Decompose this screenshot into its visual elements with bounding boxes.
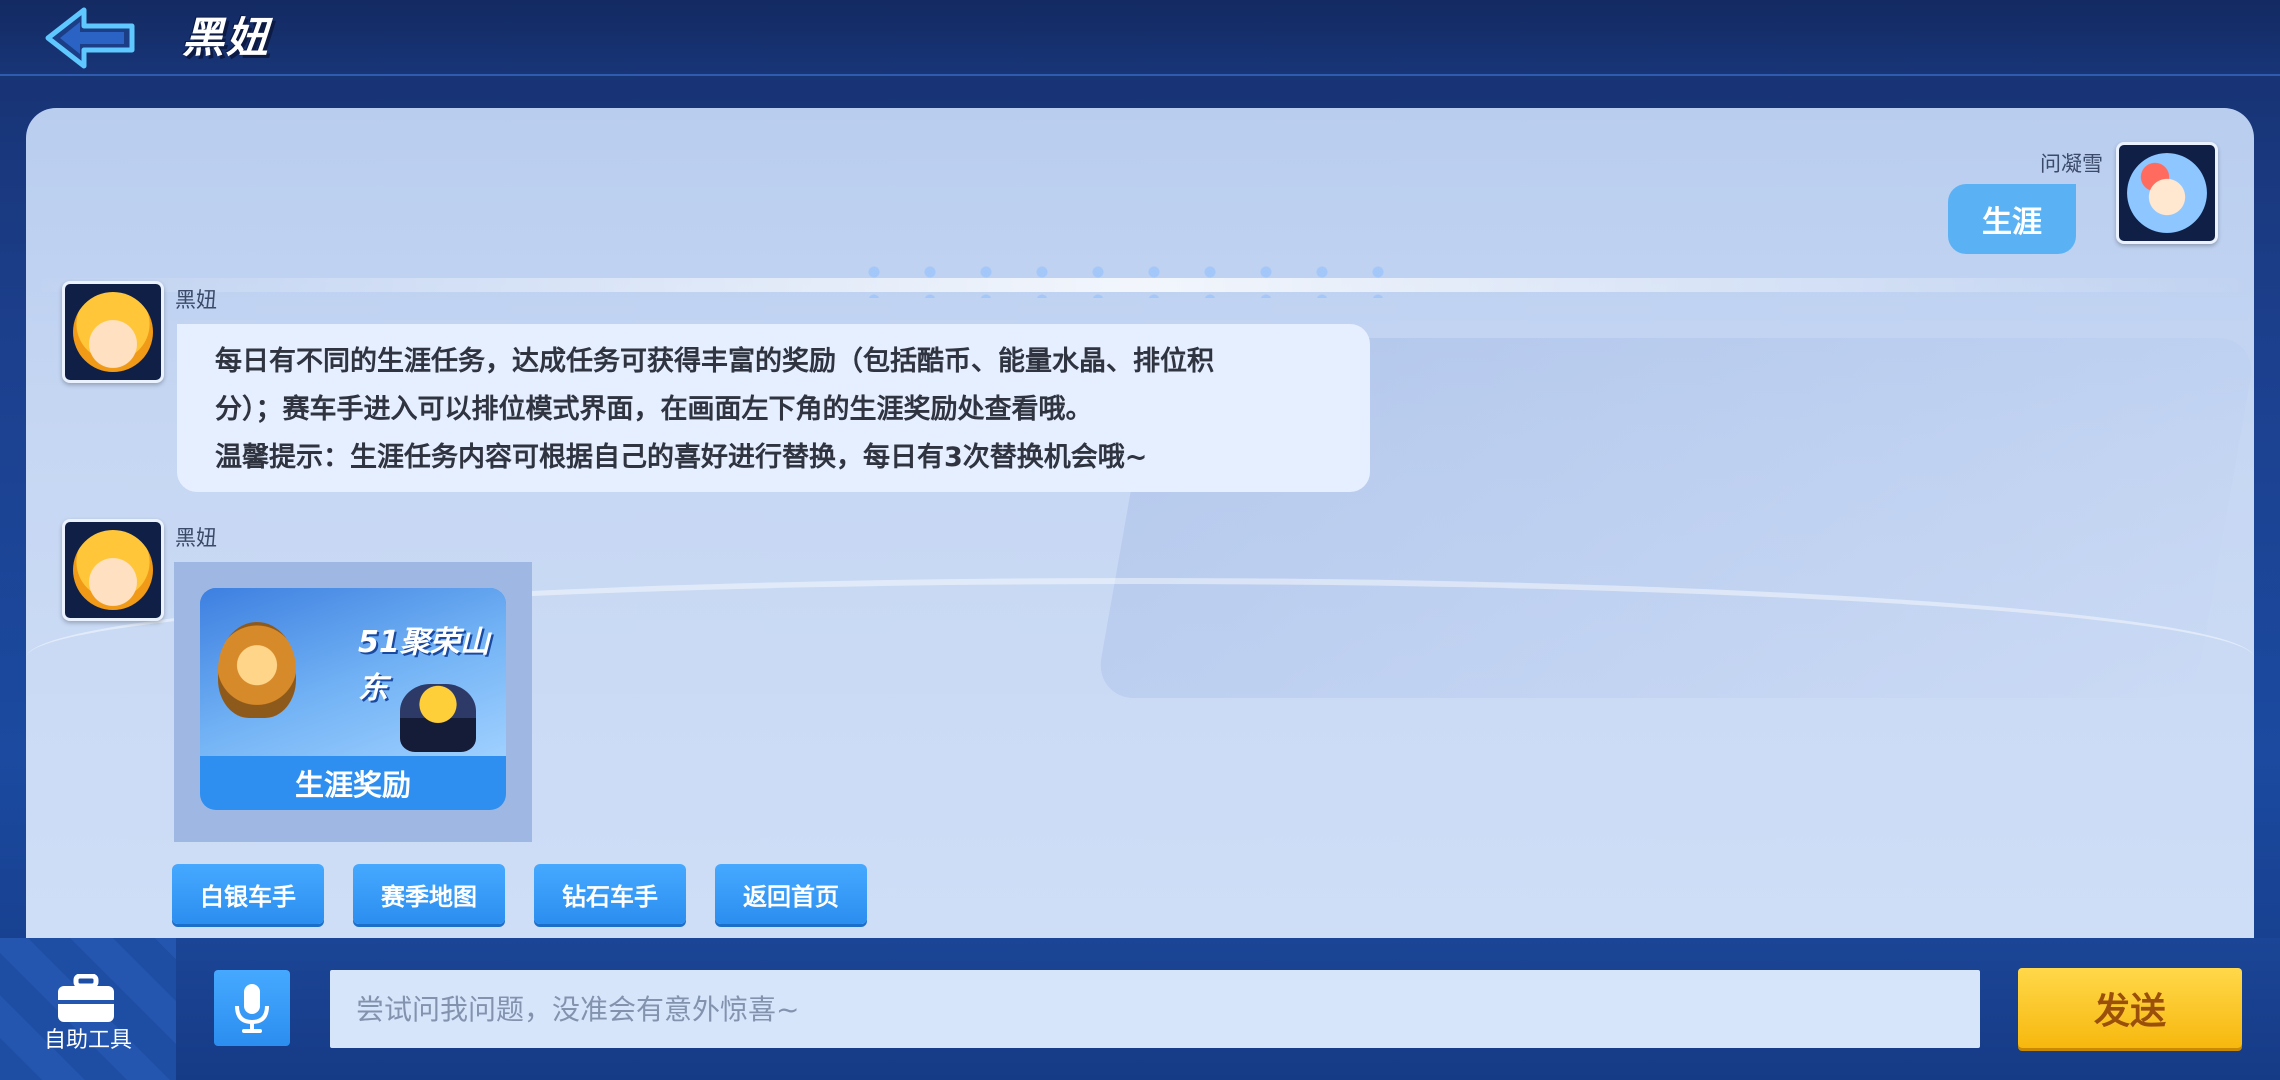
career-reward-card[interactable]: 51聚荣山东 生涯奖励 bbox=[200, 588, 506, 810]
bot-sender-name: 黑妞 bbox=[175, 526, 217, 550]
bot-message-line: 温馨提示：生涯任务内容可根据自己的喜好进行替换，每日有3次替换机会哦~ bbox=[215, 442, 1148, 473]
rank-badge-icon bbox=[218, 622, 296, 718]
career-reward-image: 51聚荣山东 bbox=[200, 588, 506, 756]
bot-sender-name: 黑妞 bbox=[175, 288, 217, 312]
bot-avatar[interactable] bbox=[62, 519, 164, 621]
bot-message-line: 分）；赛车手进入可以排位模式界面，在画面左下角的生涯奖励处查看哦。 bbox=[215, 394, 1093, 425]
page-title: 黑妞 bbox=[182, 13, 271, 62]
bot-message-bubble: 每日有不同的生涯任务，达成任务可获得丰富的奖励（包括酷币、能量水晶、排位积 分）… bbox=[177, 324, 1370, 492]
back-arrow-icon bbox=[45, 7, 135, 69]
card-caption: 生涯奖励 bbox=[294, 768, 411, 802]
quick-reply-button[interactable]: 赛季地图 bbox=[353, 864, 505, 924]
background-dots bbox=[846, 258, 1406, 298]
quick-reply-button[interactable]: 返回首页 bbox=[715, 864, 867, 924]
card-banner-text: 51聚荣山东 bbox=[358, 625, 490, 706]
quick-reply-button[interactable]: 钻石车手 bbox=[534, 864, 686, 924]
bot-avatar[interactable] bbox=[62, 281, 164, 383]
kart-character-icon bbox=[400, 684, 476, 752]
user-avatar-image bbox=[2127, 153, 2207, 233]
bottom-input-bar: 自助工具 发送 bbox=[0, 938, 2280, 1080]
bot-card-message: 51聚荣山东 生涯奖励 bbox=[174, 562, 532, 842]
back-button[interactable] bbox=[40, 6, 140, 70]
microphone-icon bbox=[235, 984, 269, 1033]
toolbox-icon bbox=[58, 974, 114, 1022]
bot-avatar-image bbox=[73, 292, 153, 372]
bot-message-line: 每日有不同的生涯任务，达成任务可获得丰富的奖励（包括酷币、能量水晶、排位积 bbox=[215, 346, 1214, 377]
chat-input[interactable] bbox=[330, 970, 1980, 1048]
quick-reply-button[interactable]: 白银车手 bbox=[172, 864, 324, 924]
user-avatar[interactable] bbox=[2116, 142, 2218, 244]
self-help-tools-label: 自助工具 bbox=[43, 1028, 132, 1053]
top-header: 黑妞 bbox=[0, 0, 2280, 76]
bot-avatar-image bbox=[73, 530, 153, 610]
voice-input-button[interactable] bbox=[214, 970, 290, 1046]
send-button[interactable]: 发送 bbox=[2018, 968, 2242, 1048]
user-sender-name: 问凝雪 bbox=[2040, 152, 2103, 176]
user-message-bubble: 生涯 bbox=[1948, 184, 2076, 254]
self-help-tools-button[interactable]: 自助工具 bbox=[0, 938, 176, 1080]
